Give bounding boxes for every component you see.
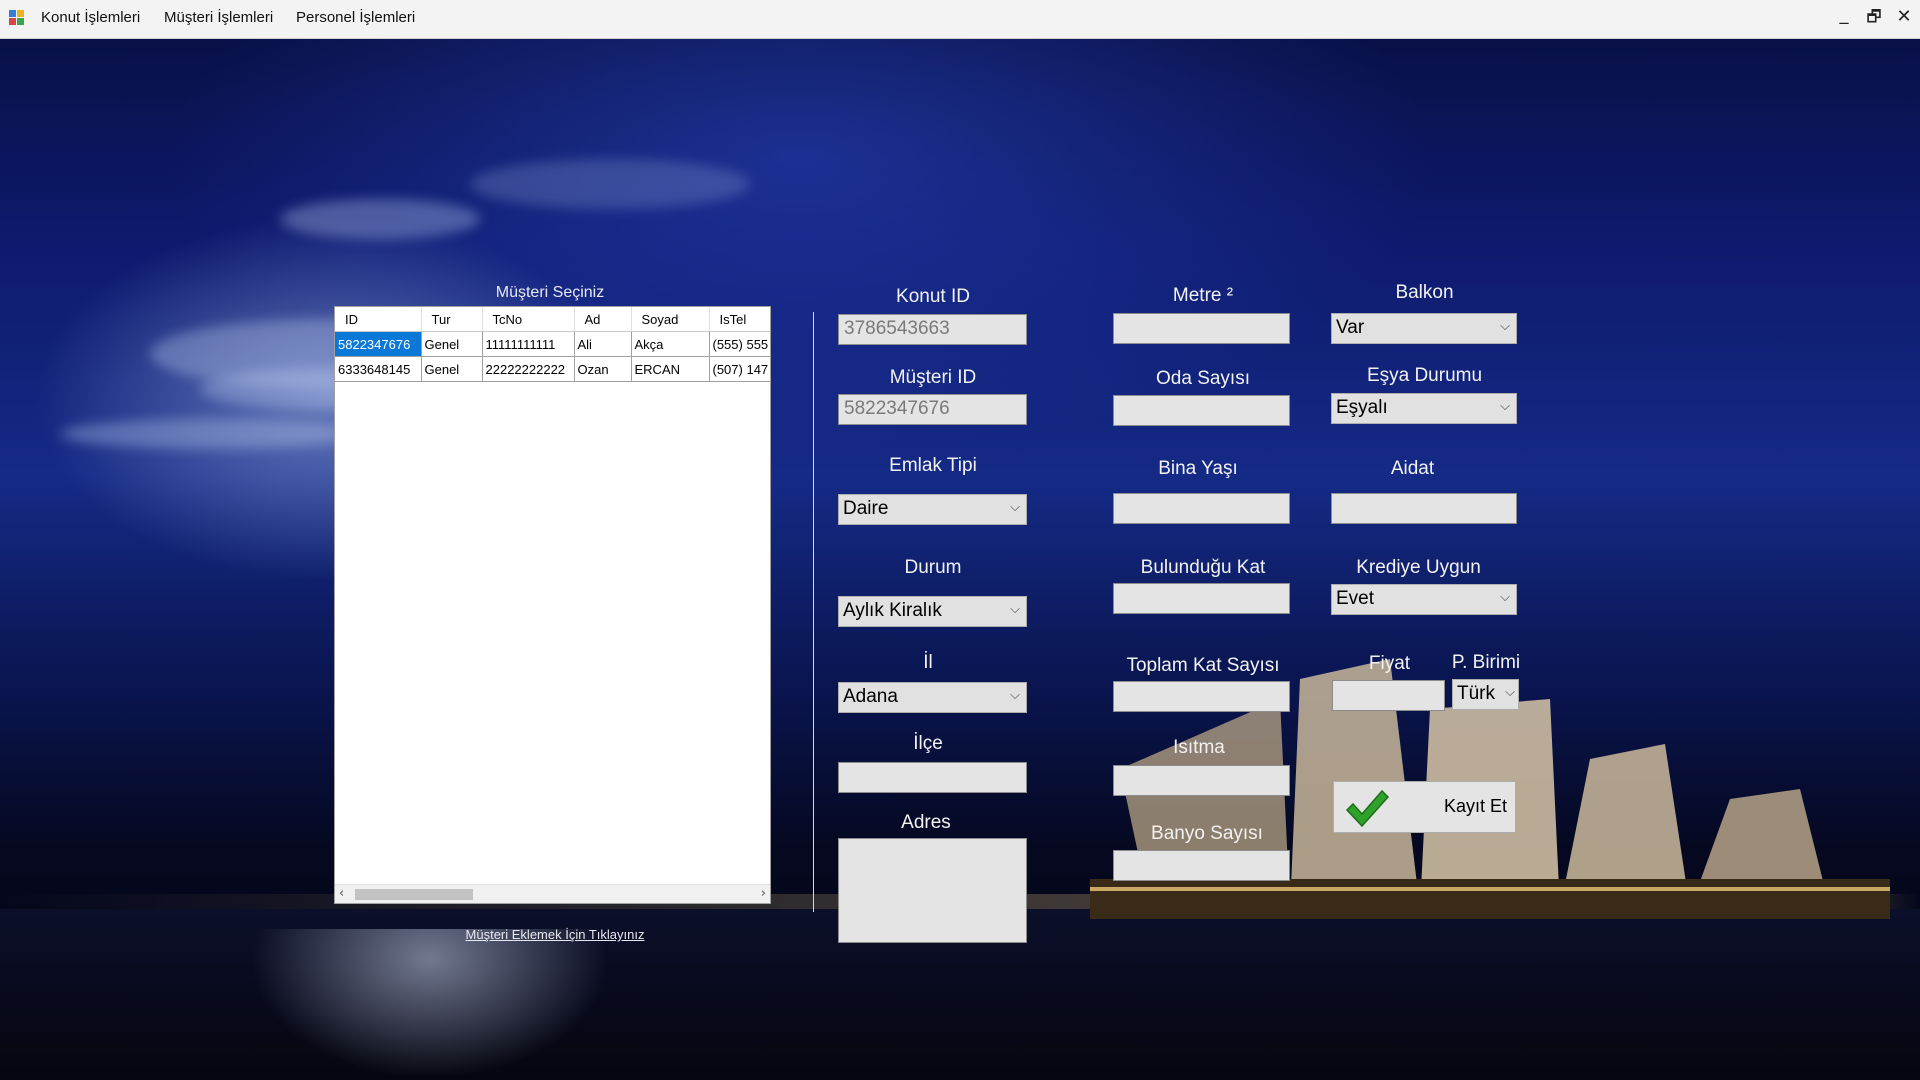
aidat-field[interactable] [1331, 493, 1517, 524]
grid-title: Müşteri Seçiniz [495, 284, 605, 301]
chevron-down-icon: ⌵ [1500, 399, 1510, 414]
cell-ad[interactable]: Ozan [574, 356, 632, 382]
column-header-ad[interactable]: Ad [574, 307, 632, 332]
scroll-left-icon[interactable]: ‹ [339, 886, 344, 901]
scroll-right-icon[interactable]: › [761, 886, 766, 901]
krediye-uygun-value: Evet [1336, 588, 1375, 609]
label-fiyat: Fiyat [1368, 653, 1411, 674]
horizontal-scrollbar[interactable]: ‹ › [335, 884, 770, 903]
chevron-down-icon: ⌵ [1505, 685, 1515, 700]
para-birimi-dropdown[interactable]: Türk ⌵ [1452, 679, 1519, 710]
restore-icon[interactable]: 🗗 [1862, 6, 1886, 33]
bulundugu-kat-field[interactable] [1113, 583, 1290, 614]
customer-grid[interactable]: ID Tur TcNo Ad Soyad IsTel 5822347676 Ge… [334, 306, 771, 904]
chevron-down-icon: ⌵ [1500, 590, 1510, 605]
label-il: İl [923, 652, 933, 673]
menu-konut-islemleri[interactable]: Konut İşlemleri [41, 9, 140, 26]
checkmark-icon [1345, 789, 1390, 828]
table-row[interactable]: 5822347676 Genel 11111111111 Ali Akça (5… [335, 331, 770, 357]
cell-soyad[interactable]: ERCAN [631, 356, 710, 382]
cell-tcno[interactable]: 11111111111 [482, 331, 575, 357]
chevron-down-icon: ⌵ [1010, 500, 1020, 515]
banyo-sayisi-field[interactable] [1113, 850, 1290, 881]
durum-dropdown[interactable]: Aylık Kiralık ⌵ [838, 596, 1027, 627]
adres-textarea[interactable] [838, 838, 1027, 943]
para-birimi-value: Türk [1457, 683, 1495, 704]
app-icon [9, 10, 25, 26]
scrollbar-thumb[interactable] [355, 889, 473, 900]
chevron-down-icon: ⌵ [1500, 319, 1510, 334]
cell-istel[interactable]: (507) 147 [709, 356, 770, 382]
musteri-id-field[interactable]: 5822347676 [838, 394, 1027, 425]
isitma-field[interactable] [1113, 765, 1290, 796]
menu-musteri-islemleri[interactable]: Müşteri İşlemleri [164, 9, 273, 26]
chevron-down-icon: ⌵ [1010, 688, 1020, 703]
emlak-tipi-value: Daire [843, 498, 889, 519]
minimize-icon[interactable]: _ [1832, 4, 1856, 25]
fiyat-field[interactable] [1332, 680, 1445, 711]
balkon-dropdown[interactable]: Var ⌵ [1331, 313, 1517, 344]
ilce-field[interactable] [838, 762, 1027, 793]
save-button[interactable]: Kayıt Et [1333, 781, 1516, 833]
divider [813, 312, 814, 912]
cell-istel[interactable]: (555) 555 [709, 331, 770, 357]
label-para-birimi: P. Birimi [1451, 652, 1521, 673]
label-esya-durumu: Eşya Durumu [1366, 365, 1483, 386]
cell-tur[interactable]: Genel [421, 356, 483, 382]
cell-tur[interactable]: Genel [421, 331, 483, 357]
metre-field[interactable] [1113, 313, 1290, 344]
cell-id[interactable]: 6333648145 [335, 356, 422, 382]
column-header-tcno[interactable]: TcNo [482, 307, 575, 332]
column-header-soyad[interactable]: Soyad [631, 307, 710, 332]
bina-yasi-field[interactable] [1113, 493, 1290, 524]
durum-value: Aylık Kiralık [843, 600, 942, 621]
menu-bar: Konut İşlemleri Müşteri İşlemleri Person… [0, 0, 1920, 39]
cell-ad[interactable]: Ali [574, 331, 632, 357]
label-aidat: Aidat [1390, 458, 1435, 479]
label-konut-id: Konut ID [896, 286, 970, 307]
il-dropdown[interactable]: Adana ⌵ [838, 682, 1027, 713]
oda-sayisi-field[interactable] [1113, 395, 1290, 426]
krediye-uygun-dropdown[interactable]: Evet ⌵ [1331, 584, 1517, 615]
label-metre: Metre ² [1172, 285, 1234, 306]
label-adres: Adres [901, 812, 951, 833]
add-customer-link[interactable]: Müşteri Eklemek İçin Tıklayınız [440, 927, 670, 942]
label-bina-yasi: Bina Yaşı [1158, 458, 1238, 479]
label-musteri-id: Müşteri ID [889, 367, 977, 388]
table-row[interactable]: 6333648145 Genel 22222222222 Ozan ERCAN … [335, 356, 770, 382]
konut-id-field[interactable]: 3786543663 [838, 314, 1027, 345]
chevron-down-icon: ⌵ [1010, 602, 1020, 617]
menu-personel-islemleri[interactable]: Personel İşlemleri [296, 9, 415, 26]
cell-soyad[interactable]: Akça [631, 331, 710, 357]
grid-header-row: ID Tur TcNo Ad Soyad IsTel [335, 307, 770, 332]
esya-durumu-dropdown[interactable]: Eşyalı ⌵ [1331, 393, 1517, 424]
close-icon[interactable]: ✕ [1892, 6, 1916, 27]
save-button-label: Kayıt Et [1444, 796, 1508, 816]
column-header-id[interactable]: ID [335, 307, 422, 332]
label-banyo-sayisi: Banyo Sayısı [1151, 823, 1263, 844]
label-ilce: İlçe [913, 733, 943, 754]
column-header-istel[interactable]: IsTel [709, 307, 770, 332]
label-oda-sayisi: Oda Sayısı [1156, 368, 1250, 389]
il-value: Adana [843, 686, 898, 707]
cell-id[interactable]: 5822347676 [335, 331, 422, 357]
label-isitma: Isıtma [1173, 737, 1225, 758]
label-krediye-uygun: Krediye Uygun [1356, 557, 1481, 578]
label-durum: Durum [904, 557, 962, 578]
label-balkon: Balkon [1395, 282, 1454, 303]
toplam-kat-sayisi-field[interactable] [1113, 681, 1290, 712]
column-header-tur[interactable]: Tur [421, 307, 483, 332]
balkon-value: Var [1336, 317, 1365, 338]
label-emlak-tipi: Emlak Tipi [889, 455, 977, 476]
esya-durumu-value: Eşyalı [1336, 397, 1388, 418]
label-toplam-kat-sayisi: Toplam Kat Sayısı [1126, 655, 1280, 676]
label-bulundugu-kat: Bulunduğu Kat [1140, 557, 1266, 578]
cell-tcno[interactable]: 22222222222 [482, 356, 575, 382]
emlak-tipi-dropdown[interactable]: Daire ⌵ [838, 494, 1027, 525]
